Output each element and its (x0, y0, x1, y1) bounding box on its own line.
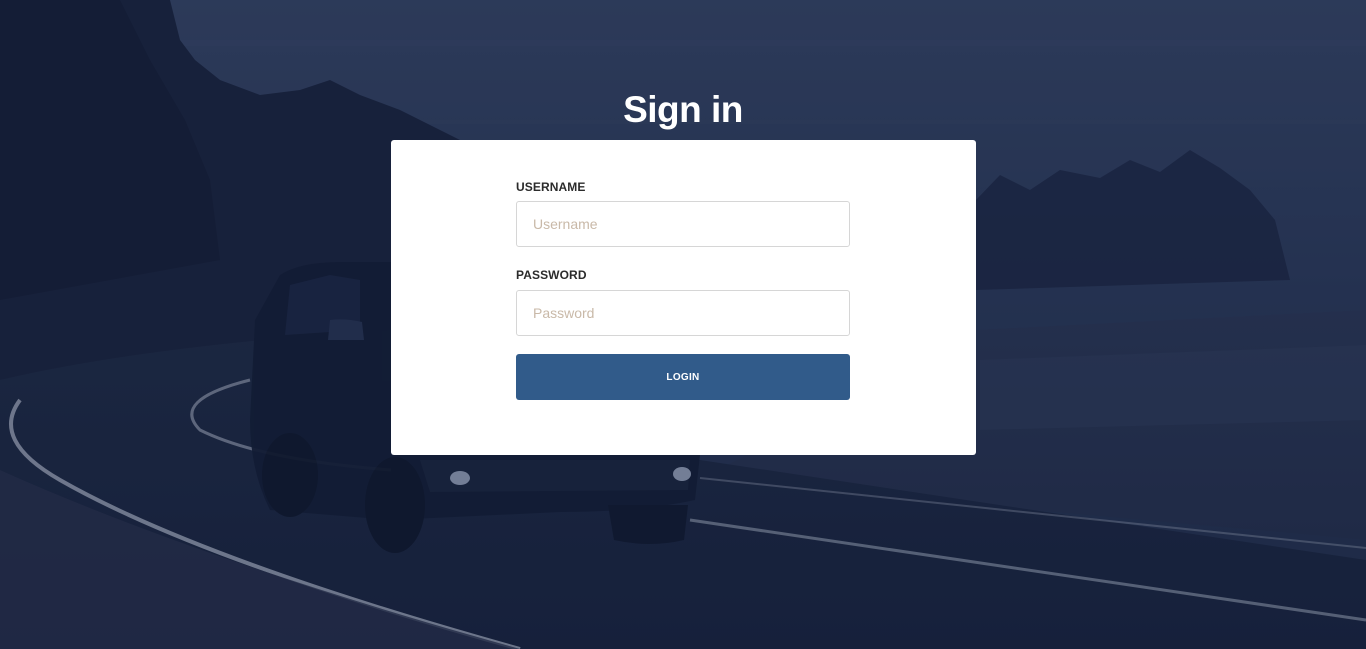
login-card: USERNAME PASSWORD LOGIN (391, 140, 976, 455)
page-title: Sign in (623, 89, 743, 130)
username-input[interactable] (516, 201, 850, 247)
password-label: PASSWORD (516, 268, 587, 282)
login-button[interactable]: LOGIN (516, 354, 850, 400)
username-label: USERNAME (516, 180, 586, 194)
password-input[interactable] (516, 290, 850, 336)
